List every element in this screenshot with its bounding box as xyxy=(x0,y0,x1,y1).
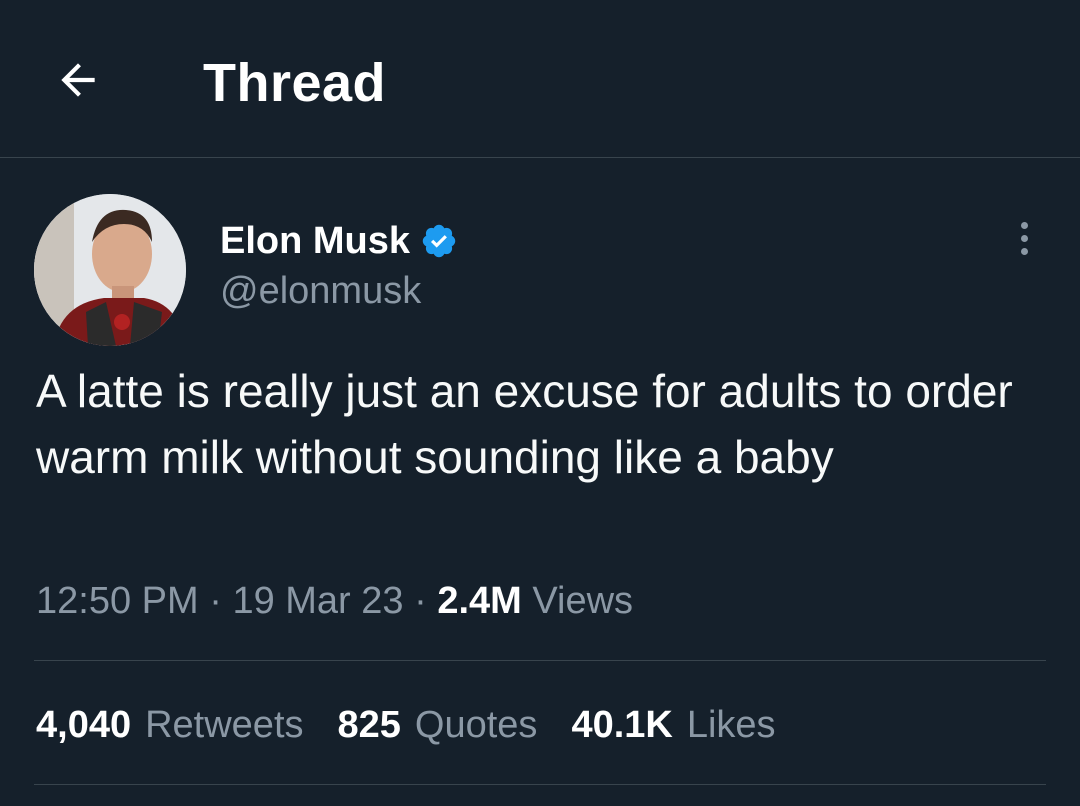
retweets-label: Retweets xyxy=(145,704,304,746)
top-bar: Thread xyxy=(0,0,1080,158)
page-title: Thread xyxy=(203,53,387,113)
verified-badge-icon xyxy=(420,222,458,260)
tweet-date[interactable]: 19 Mar 23 xyxy=(232,580,403,622)
views-count: 2.4M xyxy=(437,580,522,622)
more-vertical-icon-dot xyxy=(1020,247,1028,255)
more-vertical-icon-dot xyxy=(1020,234,1028,242)
quotes-stat[interactable]: 825 Quotes xyxy=(338,702,538,748)
quotes-label: Quotes xyxy=(414,704,538,746)
views-label: Views xyxy=(532,580,634,622)
back-button[interactable] xyxy=(50,52,106,108)
author-handle[interactable]: @elonmusk xyxy=(220,268,421,314)
author-name-text: Elon Musk xyxy=(220,220,411,262)
more-vertical-icon-dot xyxy=(1020,221,1028,229)
divider xyxy=(34,660,1046,661)
avatar-image xyxy=(34,194,186,346)
more-options-button[interactable] xyxy=(1004,214,1044,262)
retweets-stat[interactable]: 4,040 Retweets xyxy=(36,702,304,748)
retweets-count: 4,040 xyxy=(36,704,132,746)
quotes-count: 825 xyxy=(337,704,401,746)
likes-label: Likes xyxy=(686,704,776,746)
likes-stat[interactable]: 40.1K Likes xyxy=(571,702,775,748)
arrow-left-icon xyxy=(61,63,95,97)
meta-separator: · xyxy=(209,580,222,622)
likes-count: 40.1K xyxy=(571,704,673,746)
avatar[interactable] xyxy=(34,194,186,346)
meta-separator: · xyxy=(414,580,427,622)
tweet-text: A latte is really just an excuse for adu… xyxy=(36,365,1013,483)
divider xyxy=(34,784,1046,785)
tweet-meta: 12:50 PM · 19 Mar 23 · 2.4M Views xyxy=(36,578,633,624)
tweet-stats: 4,040 Retweets 825 Quotes 40.1K Likes xyxy=(36,702,810,748)
tweet-time[interactable]: 12:50 PM xyxy=(36,580,199,622)
author-name[interactable]: Elon Musk xyxy=(220,218,458,264)
